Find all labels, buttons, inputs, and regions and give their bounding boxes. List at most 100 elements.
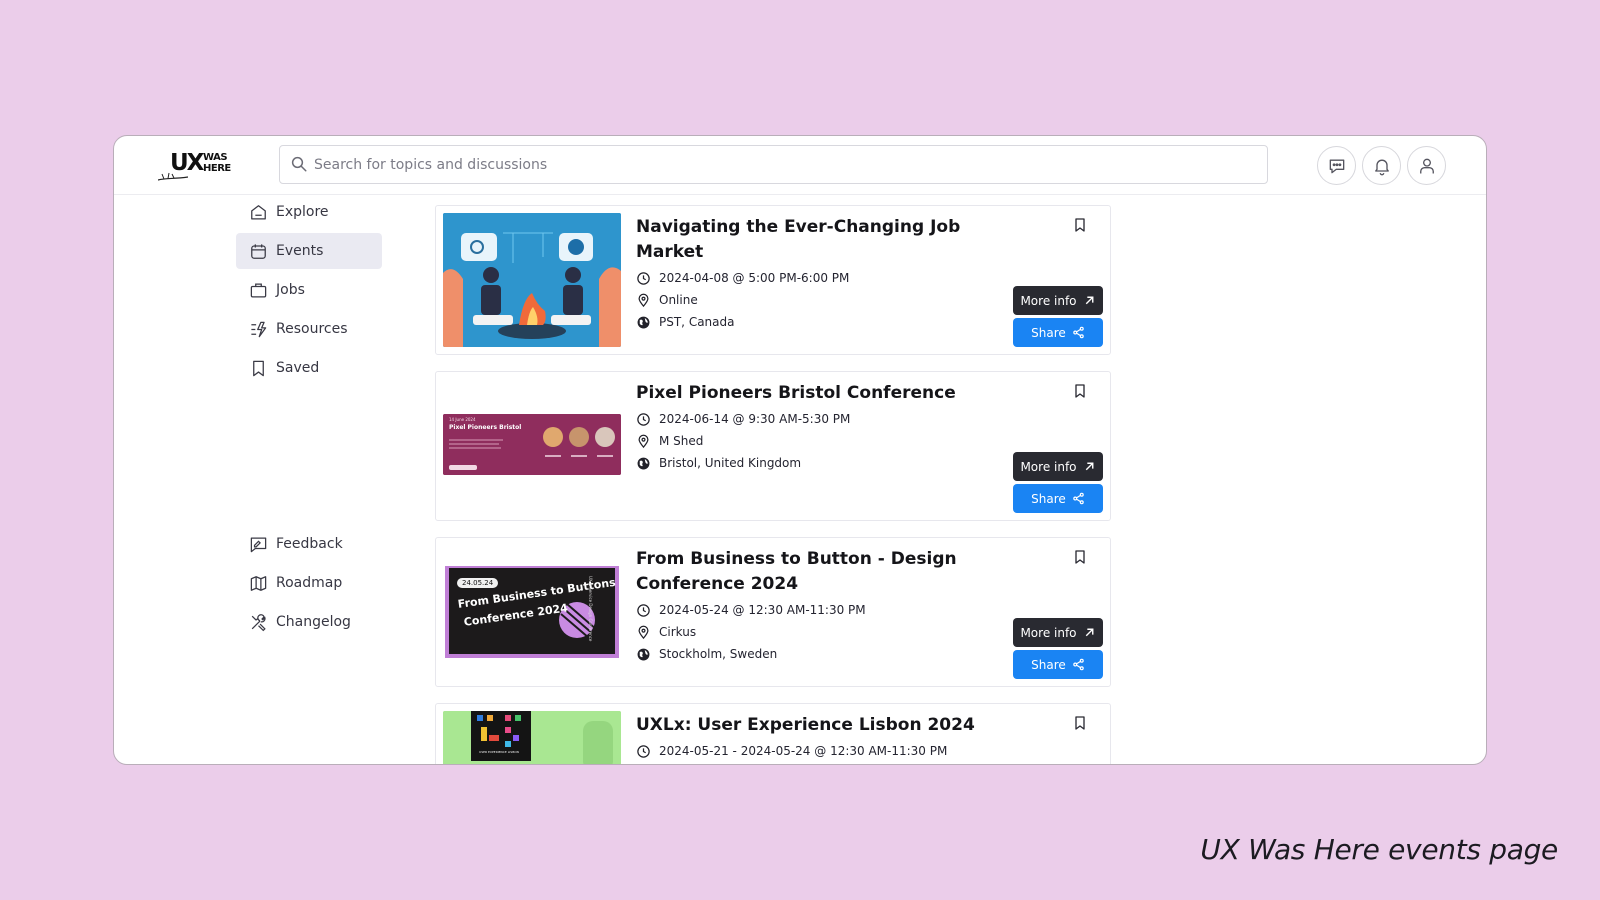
chat-icon: [1329, 159, 1344, 173]
share-button[interactable]: Share: [1013, 318, 1103, 347]
event-venue-row: M Shed: [636, 430, 850, 452]
sidebar-item-label: Roadmap: [276, 575, 343, 591]
event-venue: M Shed: [659, 434, 704, 448]
event-venue: Online: [659, 293, 698, 307]
bookmark-icon: [1075, 550, 1085, 564]
uxlx-banner: [443, 711, 621, 764]
notifications-button[interactable]: [1362, 146, 1401, 185]
search-bar[interactable]: [279, 145, 1268, 184]
location-pin-icon: [638, 625, 649, 639]
sidebar-item-changelog[interactable]: Changelog: [236, 604, 382, 640]
ux-was-here-logo[interactable]: UX WAS HERE: [158, 150, 234, 182]
event-venue: Cirkus: [659, 625, 697, 639]
sidebar-item-explore[interactable]: Explore: [236, 194, 382, 230]
feedback-icon: [248, 534, 268, 554]
thumbnail-event-name: Pixel Pioneers Bristol: [449, 424, 522, 431]
location-pin-icon: [638, 293, 649, 307]
globe-icon: [637, 648, 650, 660]
event-datetime-row: 2024-05-24 @ 12:30 AM-11:30 PM: [636, 599, 866, 621]
clock-icon: [637, 271, 650, 285]
more-info-label: More info: [1020, 459, 1077, 474]
event-title[interactable]: UXLx: User Experience Lisbon 2024: [636, 713, 976, 738]
event-card[interactable]: Navigating the Ever-Changing Job Market …: [435, 205, 1111, 355]
messages-button[interactable]: [1317, 146, 1356, 185]
share-icon: [1073, 658, 1084, 671]
thumbnail-date: 14 June 2024: [449, 417, 476, 422]
home-icon: [248, 202, 268, 222]
sidebar-item-label: Saved: [276, 360, 320, 376]
search-input[interactable]: [314, 149, 1244, 180]
logo-here-text: HERE: [203, 163, 231, 174]
event-datetime-row: 2024-04-08 @ 5:00 PM-6:00 PM: [636, 267, 849, 289]
event-datetime: 2024-05-21 - 2024-05-24 @ 12:30 AM-11:30…: [659, 744, 948, 758]
events-list: Navigating the Ever-Changing Job Market …: [435, 205, 1111, 764]
bookmark-button[interactable]: [1070, 713, 1090, 733]
event-region-row: Stockholm, Sweden: [636, 643, 866, 665]
sidebar-item-saved[interactable]: Saved: [236, 350, 382, 386]
globe-icon: [637, 316, 650, 328]
arrow-up-right-icon: [1085, 628, 1093, 637]
event-card[interactable]: USER EXPERIENCE LISBON UXLx: User Experi…: [435, 703, 1111, 764]
thumbnail-side-text: UX & Service Design Conference: [588, 576, 593, 642]
sidebar-item-feedback[interactable]: Feedback: [236, 526, 382, 562]
share-button[interactable]: Share: [1013, 650, 1103, 679]
bookmark-icon: [1075, 218, 1085, 232]
event-title[interactable]: Navigating the Ever-Changing Job Market: [636, 215, 976, 265]
calendar-icon: [248, 241, 268, 261]
bookmark-icon: [248, 358, 268, 378]
sidebar-item-jobs[interactable]: Jobs: [236, 272, 382, 308]
sidebar-item-label: Explore: [276, 204, 329, 220]
event-region-row: Bristol, United Kingdom: [636, 452, 850, 474]
globe-icon: [637, 457, 650, 469]
tools-icon: [248, 612, 268, 632]
share-button[interactable]: Share: [1013, 484, 1103, 513]
event-datetime: 2024-06-14 @ 9:30 AM-5:30 PM: [659, 412, 851, 426]
more-info-label: More info: [1020, 625, 1077, 640]
location-pin-icon: [638, 434, 649, 448]
share-icon: [1073, 326, 1084, 339]
sidebar-item-label: Changelog: [276, 614, 351, 630]
thumbnail-date: 24.05.24: [457, 578, 499, 588]
thumbnail-event-name: USER EXPERIENCE LISBON: [479, 750, 519, 754]
event-datetime: 2024-05-24 @ 12:30 AM-11:30 PM: [659, 603, 866, 617]
event-thumbnail: 24.05.24 From Business to Buttons Confer…: [443, 564, 621, 660]
event-datetime: 2024-04-08 @ 5:00 PM-6:00 PM: [659, 271, 850, 285]
share-label: Share: [1031, 657, 1066, 672]
event-venue-row: Cirkus: [636, 621, 866, 643]
share-icon: [1073, 492, 1084, 505]
job-market-illustration: [443, 213, 621, 347]
event-card[interactable]: 14 June 2024 Pixel Pioneers Bristol Pixe…: [435, 371, 1111, 521]
event-datetime-row: 2024-05-21 - 2024-05-24 @ 12:30 AM-11:30…: [636, 740, 947, 762]
search-icon: [291, 156, 307, 172]
event-title[interactable]: Pixel Pioneers Bristol Conference: [636, 381, 976, 406]
clock-icon: [637, 412, 650, 426]
map-icon: [248, 573, 268, 593]
bookmark-button[interactable]: [1070, 215, 1090, 235]
share-label: Share: [1031, 491, 1066, 506]
sidebar: Explore Events Jobs Resources Saved Feed…: [236, 194, 382, 764]
profile-button[interactable]: [1407, 146, 1446, 185]
top-bar: UX WAS HERE: [114, 136, 1486, 195]
bookmark-icon: [1075, 384, 1085, 398]
sidebar-item-label: Jobs: [276, 282, 305, 298]
event-meta: 2024-04-08 @ 5:00 PM-6:00 PM Online PST,…: [636, 267, 849, 333]
more-info-button[interactable]: More info: [1013, 286, 1103, 315]
logo-was-text: WAS: [203, 152, 228, 163]
clock-icon: [637, 603, 650, 617]
bell-icon: [1374, 159, 1389, 175]
bookmark-button[interactable]: [1070, 547, 1090, 567]
sidebar-item-roadmap[interactable]: Roadmap: [236, 565, 382, 601]
more-info-button[interactable]: More info: [1013, 618, 1103, 647]
sidebar-item-resources[interactable]: Resources: [236, 311, 382, 347]
event-meta: 2024-06-14 @ 9:30 AM-5:30 PM M Shed Bris…: [636, 408, 850, 474]
event-card[interactable]: 24.05.24 From Business to Buttons Confer…: [435, 537, 1111, 687]
event-thumbnail: [443, 213, 621, 347]
bookmark-button[interactable]: [1070, 381, 1090, 401]
logo-plant-icon: [158, 172, 188, 181]
sidebar-item-label: Feedback: [276, 536, 343, 552]
event-venue-row: Online: [636, 289, 849, 311]
briefcase-icon: [248, 280, 268, 300]
sidebar-item-events[interactable]: Events: [236, 233, 382, 269]
event-title[interactable]: From Business to Button - Design Confere…: [636, 547, 976, 597]
more-info-button[interactable]: More info: [1013, 452, 1103, 481]
